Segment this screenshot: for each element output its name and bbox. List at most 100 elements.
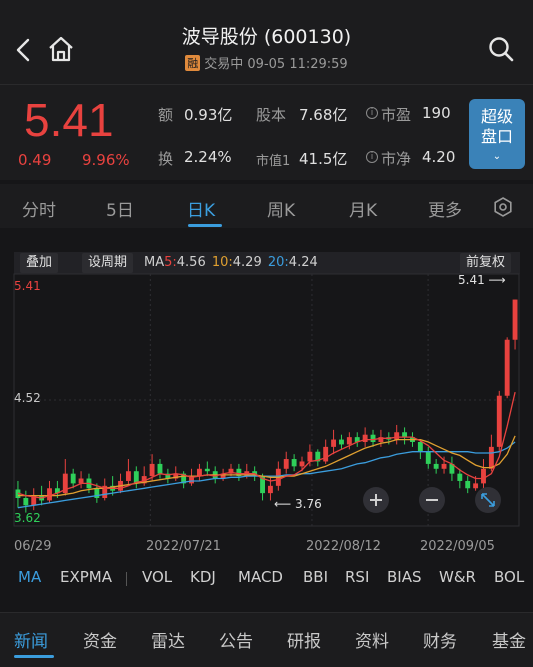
- tab-weekly-k[interactable]: 周K: [267, 196, 295, 221]
- kline-chart[interactable]: 5.41 4.52 3.62 5.41 ⟶ ⟵ 3.76 06/29 2022/…: [0, 244, 533, 562]
- candle: [339, 434, 344, 450]
- candle: [449, 456, 455, 481]
- candle: [291, 454, 297, 472]
- min-price-marker: ⟵ 3.76: [274, 497, 322, 511]
- candle-body: [23, 498, 29, 506]
- candle-body: [283, 459, 289, 469]
- gear-icon[interactable]: [493, 197, 513, 217]
- candle: [196, 463, 202, 481]
- candle-body: [504, 339, 510, 396]
- indicator-bias[interactable]: BIAS: [387, 568, 422, 586]
- indicator-ma[interactable]: MA: [18, 568, 41, 586]
- candle-body: [204, 468, 210, 472]
- tab-research[interactable]: 研报: [287, 627, 321, 652]
- candle: [47, 480, 52, 503]
- candle-body: [267, 485, 273, 494]
- tab-announcements[interactable]: 公告: [219, 627, 253, 652]
- date-label-1: 2022/07/21: [146, 539, 221, 554]
- candlesticks: [15, 299, 518, 513]
- indicator-macd[interactable]: MACD: [238, 568, 283, 586]
- candle-body: [473, 483, 479, 489]
- tab-daily-k[interactable]: 日K: [187, 196, 215, 221]
- indicator-expma[interactable]: EXPMA: [60, 568, 112, 586]
- candle-body: [402, 432, 408, 438]
- candle: [425, 446, 431, 469]
- candle-body: [196, 468, 202, 477]
- tab-funds[interactable]: 资金: [83, 627, 117, 652]
- tab-profile[interactable]: 资料: [355, 627, 389, 652]
- tab-monthly-k[interactable]: 月K: [349, 196, 377, 221]
- ma5-line: [17, 391, 516, 499]
- candle-body: [331, 439, 337, 447]
- indicator-kdj[interactable]: KDJ: [190, 568, 216, 586]
- candle-body: [370, 434, 376, 442]
- candle-body: [496, 395, 502, 447]
- capital-label: 股本: [256, 106, 287, 124]
- candle-body: [149, 463, 155, 477]
- zoom-in-button[interactable]: [363, 487, 389, 513]
- tab-financials[interactable]: 财务: [423, 627, 457, 652]
- candle: [23, 490, 29, 513]
- candle: [504, 337, 510, 399]
- search-icon[interactable]: [486, 34, 516, 64]
- candle: [31, 488, 37, 511]
- candle: [362, 427, 368, 447]
- pe-value: 190: [422, 104, 451, 122]
- active-tab-indicator: [188, 224, 222, 227]
- divider: [126, 572, 127, 586]
- super-orderbook-button[interactable]: 超级盘口 ⌄: [469, 99, 525, 169]
- super-orderbook-label: 超级盘口: [480, 107, 513, 146]
- tab-radar[interactable]: 雷达: [151, 627, 185, 652]
- date-label-3: 2022/09/05: [420, 539, 495, 554]
- fullscreen-icon[interactable]: [475, 487, 501, 513]
- tab-more[interactable]: 更多: [428, 196, 462, 221]
- info-icon[interactable]: i: [366, 151, 378, 163]
- y-label-top: 5.41: [14, 279, 41, 293]
- period-tabs: 分时 5日 日K 周K 月K 更多: [0, 184, 533, 228]
- candle-body: [157, 463, 163, 474]
- candle: [102, 478, 108, 501]
- quote-panel: 5.41 0.49 9.96% 额 0.93亿 股本 7.68亿 i 市盈 19…: [0, 84, 533, 180]
- current-price: 5.41: [24, 94, 114, 146]
- tab-news[interactable]: 新闻: [14, 627, 48, 652]
- zoom-out-button[interactable]: [419, 487, 445, 513]
- candle-body: [307, 451, 313, 462]
- candle: [402, 427, 408, 445]
- candle: [481, 459, 486, 489]
- indicator-bol[interactable]: BOL: [494, 568, 527, 586]
- max-price-marker: 5.41 ⟶: [458, 273, 506, 287]
- margin-badge: 融: [185, 55, 201, 71]
- indicator-vol[interactable]: VOL: [142, 568, 172, 586]
- candle: [323, 439, 329, 464]
- candle-body: [362, 434, 368, 442]
- candle-body: [512, 299, 518, 340]
- pb-value: 4.20: [422, 148, 456, 166]
- candle-body: [488, 446, 494, 469]
- candle: [118, 473, 123, 494]
- candle: [354, 432, 360, 447]
- tab-fund[interactable]: 基金: [492, 627, 533, 652]
- candle: [133, 466, 139, 489]
- candle: [465, 476, 471, 494]
- candle-body: [457, 473, 463, 481]
- candle-body: [125, 471, 131, 481]
- info-icon[interactable]: i: [366, 107, 378, 119]
- indicator-tabs: MA EXPMA VOL KDJ MACD BBI RSI BIAS W&R B…: [0, 566, 533, 590]
- candle: [433, 459, 439, 474]
- date-label-2: 2022/08/12: [306, 539, 381, 554]
- candle: [70, 468, 76, 489]
- tab-intraday[interactable]: 分时: [22, 196, 56, 221]
- app-header: 波导股份 (600130) 融交易中 09-05 11:29:59: [0, 0, 533, 84]
- status-text: 交易中 09-05 11:29:59: [204, 57, 348, 72]
- indicator-rsi[interactable]: RSI: [345, 568, 369, 586]
- indicator-bbi[interactable]: BBI: [303, 568, 328, 586]
- candle-body: [433, 463, 439, 469]
- tab-5day[interactable]: 5日: [106, 196, 134, 221]
- market-cap-label: 市值1: [256, 154, 291, 169]
- indicator-wr[interactable]: W&R: [439, 568, 476, 586]
- stock-title: 波导股份 (600130): [181, 26, 352, 48]
- candle: [394, 424, 400, 445]
- candle: [165, 468, 171, 484]
- pb-label: 市净: [381, 150, 412, 168]
- turnover-value: 2.24%: [184, 148, 232, 166]
